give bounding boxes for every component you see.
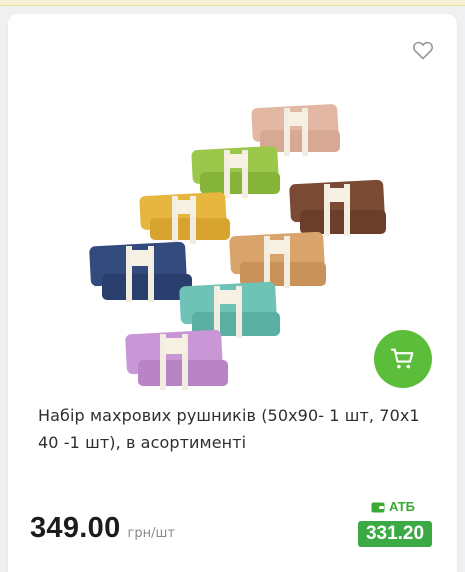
product-card[interactable]: Набір махрових рушників (50х90- 1 шт, 70… xyxy=(8,14,457,572)
price-block: 349.00 грн/шт xyxy=(30,512,175,545)
shopping-cart-icon xyxy=(390,348,414,369)
product-image[interactable] xyxy=(80,98,400,398)
towel-set-blue xyxy=(89,241,192,302)
favorite-button[interactable] xyxy=(411,38,435,62)
wallet-icon xyxy=(371,502,385,512)
loyalty-label-text: АТБ xyxy=(389,499,416,514)
heart-outline-icon xyxy=(413,41,433,60)
towel-set-yellow xyxy=(139,192,230,244)
loyalty-label: АТБ xyxy=(371,499,415,514)
top-strip xyxy=(0,0,465,6)
price-value: 349.00 xyxy=(30,512,121,544)
towel-set-teal xyxy=(179,281,280,338)
towel-set-violet xyxy=(125,329,228,390)
product-title[interactable]: Набір махрових рушників (50х90- 1 шт, 70… xyxy=(38,402,438,456)
towel-set-brown xyxy=(289,179,386,236)
add-to-cart-button[interactable] xyxy=(374,330,432,388)
towel-set-green xyxy=(191,146,280,198)
towel-set-illustration xyxy=(89,104,386,390)
loyalty-price-badge: 331.20 xyxy=(358,521,432,547)
price-unit: грн/шт xyxy=(127,526,175,541)
towel-set-tan xyxy=(229,231,326,288)
